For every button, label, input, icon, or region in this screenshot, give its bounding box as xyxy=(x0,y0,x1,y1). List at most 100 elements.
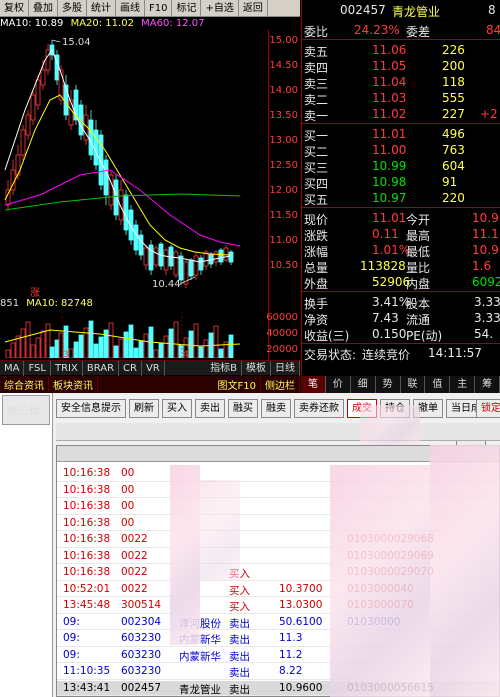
volume-bar xyxy=(138,340,144,358)
col-header[interactable]: 成交时间 xyxy=(63,447,107,463)
volume-bar xyxy=(10,342,16,358)
volume-bar xyxy=(40,330,46,358)
kline-chart[interactable]: 15.04 10.44 涨 xyxy=(0,30,268,298)
bid-price: 11.01 xyxy=(372,127,407,141)
volume-bar xyxy=(118,338,124,358)
trade-button-4[interactable]: 融买 xyxy=(228,398,258,418)
col-header[interactable]: 证券代码 xyxy=(121,447,165,463)
daily-period[interactable]: 日线 xyxy=(271,360,300,376)
volume-bar xyxy=(218,348,224,358)
side-tab-1[interactable]: 价 xyxy=(326,376,351,393)
vol-tick: 60000 xyxy=(266,312,298,323)
ask-volume: 555 xyxy=(442,91,465,105)
stat2-row: 换手 3.41% 股本 3.33 xyxy=(302,294,500,311)
col-header[interactable]: 买卖标志 xyxy=(229,447,273,463)
toolbar-item-0[interactable]: 复权 xyxy=(0,0,29,17)
cell-time: 09: xyxy=(63,648,80,661)
cell-price: 10.9600 xyxy=(279,681,323,694)
ask-row[interactable]: 卖三 11.04 118 xyxy=(302,74,500,91)
stat2-value: 0.150 xyxy=(372,327,407,341)
left-nav-item[interactable]: 新三板 xyxy=(2,395,50,425)
ask-row[interactable]: 卖二 11.03 555 xyxy=(302,90,500,107)
trade-button-0[interactable]: 安全信息提示 xyxy=(56,398,126,418)
bid-volume: 220 xyxy=(442,191,465,205)
stat2-value: 7.43 xyxy=(372,311,399,325)
toolbar-item-2[interactable]: 多股 xyxy=(58,0,87,17)
y-tick: 10.50 xyxy=(269,260,298,271)
cell-flag: 卖出 xyxy=(229,683,250,696)
toolbar-item-1[interactable]: 叠加 xyxy=(29,0,58,17)
toolbar-item-6[interactable]: 标记 xyxy=(172,0,202,17)
side-tab-3[interactable]: 势 xyxy=(376,376,401,393)
ma10-legend: MA10: 10.89 xyxy=(0,18,64,29)
bottom-tab-0[interactable]: 综合资讯 xyxy=(0,377,49,392)
toolbar-item-7[interactable]: +自选 xyxy=(201,0,239,17)
candle-body xyxy=(213,251,219,263)
toolbar-item-8[interactable]: 返回 xyxy=(239,0,268,17)
candle-body xyxy=(223,247,229,261)
vol-ma10: MA10: 82748 xyxy=(26,298,93,309)
indicator-tab-trix[interactable]: TRIX xyxy=(51,360,83,376)
bottom-tab-1[interactable]: 板块资讯 xyxy=(49,377,98,392)
candle-body xyxy=(173,251,179,276)
trade-button-1[interactable]: 刷新 xyxy=(129,398,159,418)
toolbar-item-3[interactable]: 统计 xyxy=(87,0,116,17)
y-tick: 13.50 xyxy=(269,110,298,121)
ask-row[interactable]: 卖一 11.02 227 +2 xyxy=(302,106,500,123)
indicator-tab-fsl[interactable]: FSL xyxy=(24,360,51,376)
cell-flag: 卖出 xyxy=(229,667,250,679)
lock-button[interactable]: 锁定 xyxy=(476,399,500,418)
side-tab-7[interactable]: 筹 xyxy=(475,376,500,393)
volume-bar xyxy=(108,322,114,358)
bid-row[interactable]: 买五 10.97 220 xyxy=(302,190,500,207)
quote-panel: 002457 青龙管业 8 委比 24.23% 委差 84 卖五 11.06 226 卖四 11.05… xyxy=(301,0,500,375)
indicator-tab-cr[interactable]: CR xyxy=(119,360,142,376)
col-header[interactable]: 证券名称 xyxy=(179,447,223,463)
col-header[interactable]: 成交价格 xyxy=(279,447,323,463)
bottom-tab-3[interactable]: 侧边栏 xyxy=(261,377,300,392)
ask-row[interactable]: 卖五 11.06 226 xyxy=(302,42,500,59)
stock-code-tail: 8 xyxy=(488,3,496,17)
cell-time: 10:16:38 xyxy=(63,516,111,529)
trade-button-2[interactable]: 买入 xyxy=(162,398,192,418)
bid-price: 11.00 xyxy=(372,143,407,157)
toolbar-item-5[interactable]: F10 xyxy=(145,0,173,17)
trade-button-5[interactable]: 融卖 xyxy=(261,398,291,418)
bid-volume: 604 xyxy=(442,159,465,173)
indicator-right-0[interactable]: 指标B xyxy=(206,360,242,376)
cell-code: 0022 xyxy=(121,549,148,562)
ask-price: 11.05 xyxy=(372,59,407,73)
cell-code: 603230 xyxy=(121,632,162,644)
candle-body xyxy=(138,234,144,256)
side-tab-0[interactable]: 笔 xyxy=(301,376,326,393)
indicator-tab-vr[interactable]: VR xyxy=(142,360,165,376)
indicator-tab-brar[interactable]: BRAR xyxy=(83,360,120,376)
ask-row[interactable]: 卖四 11.05 200 xyxy=(302,58,500,75)
high-label: 15.04 xyxy=(62,37,91,48)
volume-bar xyxy=(5,349,11,358)
side-tab-2[interactable]: 细 xyxy=(351,376,376,393)
bid-row[interactable]: 买一 11.01 496 xyxy=(302,126,500,143)
bid-row[interactable]: 买三 10.99 604 xyxy=(302,158,500,175)
trade-button-6[interactable]: 卖券还款 xyxy=(294,398,344,418)
side-tab-5[interactable]: 值 xyxy=(425,376,451,393)
indicator-tab-ma[interactable]: MA xyxy=(0,360,25,376)
ask-price: 11.04 xyxy=(372,75,407,89)
trade-button-3[interactable]: 卖出 xyxy=(195,398,225,418)
bid-row[interactable]: 买四 10.98 91 xyxy=(302,174,500,191)
candle-body xyxy=(188,259,194,277)
indicator-right-1[interactable]: 模板 xyxy=(242,360,271,376)
side-tab-6[interactable]: 主 xyxy=(450,376,476,393)
volume-chart[interactable]: 3 4 xyxy=(0,312,268,358)
volume-bar xyxy=(78,334,84,358)
bid-volume: 496 xyxy=(442,127,465,141)
toolbar-item-4[interactable]: 画线 xyxy=(116,0,145,17)
cell-flag: 买入 xyxy=(229,584,250,597)
side-tab-4[interactable]: 联 xyxy=(401,376,426,393)
candle-body xyxy=(93,129,99,166)
bid-row[interactable]: 买二 11.00 763 xyxy=(302,142,500,159)
cell-code: 0022 xyxy=(121,582,148,595)
candle-body xyxy=(25,114,31,136)
bottom-tab-2[interactable]: 图文F10 xyxy=(214,377,261,392)
col-header[interactable]: 成交编号 xyxy=(347,447,391,463)
